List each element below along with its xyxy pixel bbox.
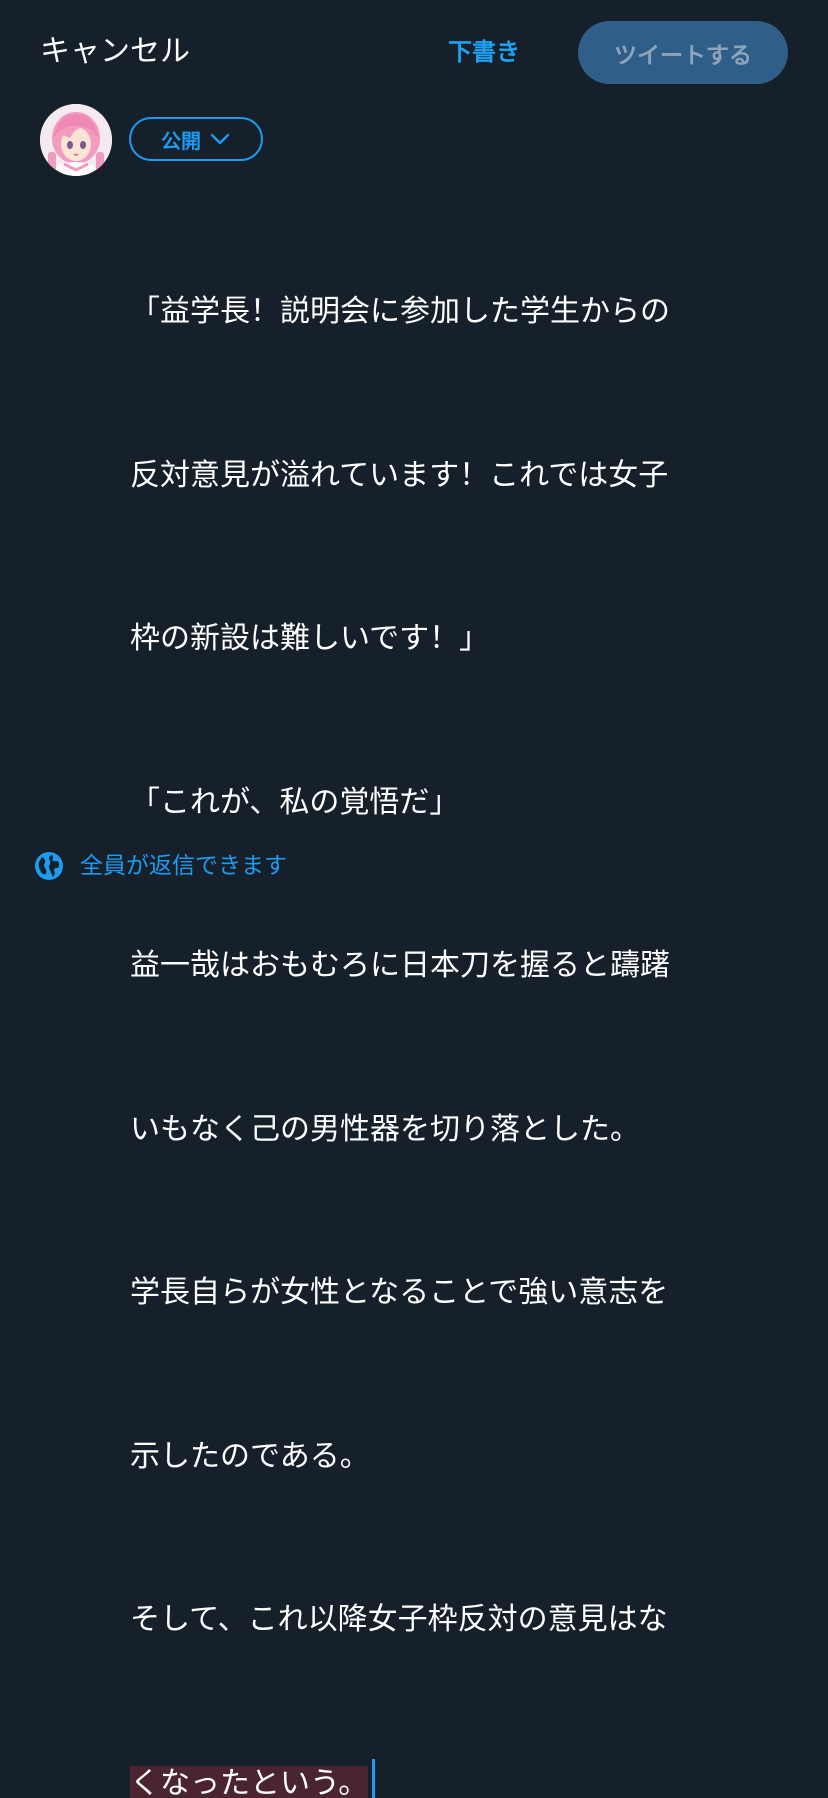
- compose-line: いもなく己の男性器を切り落とした。: [130, 1103, 790, 1158]
- tweet-compose-textarea[interactable]: 「益学長！説明会に参加した学生からの 反対意見が溢れています！これでは女子 枠の…: [130, 176, 790, 1798]
- drafts-button[interactable]: 下書き: [448, 34, 520, 70]
- avatar-image: [40, 104, 112, 176]
- reply-setting[interactable]: 全員が返信できます: [34, 848, 287, 884]
- over-limit-highlight: くなったという。: [130, 1766, 368, 1798]
- chevron-down-icon: [209, 128, 231, 150]
- compose-line: 示したのである。: [130, 1430, 790, 1485]
- compose-line: 枠の新設は難しいです！」: [130, 612, 790, 667]
- compose-line: 学長自らが女性となることで強い意志を: [130, 1266, 790, 1321]
- compose-line: 反対意見が溢れています！これでは女子: [130, 449, 790, 504]
- text-cursor: [372, 1759, 375, 1798]
- globe-icon: [34, 851, 64, 881]
- compose-line: 益一哉はおもむろに日本刀を握ると躊躇: [130, 939, 790, 994]
- compose-line: そして、これ以降女子枠反対の意見はな: [130, 1593, 790, 1648]
- audience-label: 公開: [161, 125, 201, 154]
- avatar[interactable]: [40, 104, 112, 176]
- reply-setting-label: 全員が返信できます: [80, 848, 287, 884]
- compose-line: 「これが、私の覚悟だ」: [130, 776, 790, 831]
- tweet-button[interactable]: ツイートする: [578, 21, 788, 84]
- audience-selector[interactable]: 公開: [129, 117, 263, 161]
- compose-line-last: くなったという。: [130, 1757, 790, 1798]
- cancel-button[interactable]: キャンセル: [40, 32, 190, 72]
- compose-line: 「益学長！説明会に参加した学生からの: [130, 285, 790, 340]
